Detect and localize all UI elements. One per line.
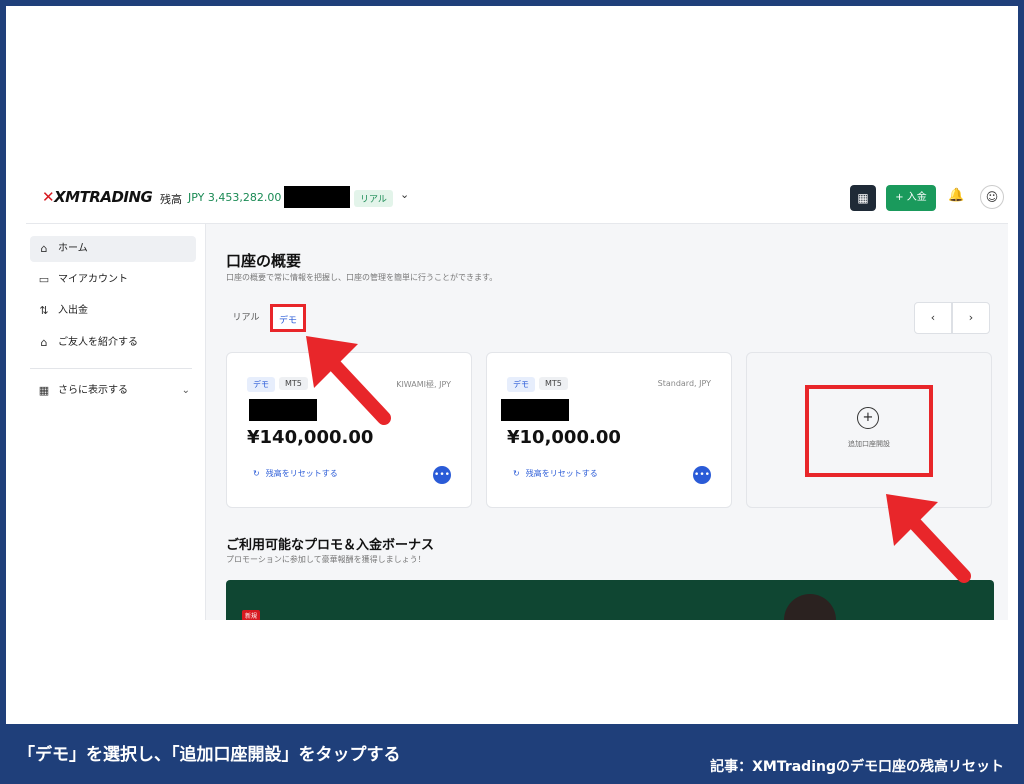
sidebar-item-label: 入出金 bbox=[58, 305, 88, 316]
sidebar-divider bbox=[30, 368, 192, 369]
article-title: 記事：XMTradingのデモ口座の残高リセット bbox=[710, 759, 1004, 775]
bell-icon[interactable]: 🔔 bbox=[948, 188, 964, 203]
promo-subtitle: プロモーションに参加して豪華報酬を獲得しましょう！ bbox=[226, 555, 426, 564]
qr-code-icon: ▦ bbox=[857, 191, 869, 205]
add-account-label: 追加口座開設 bbox=[848, 440, 890, 448]
new-badge: 新規 bbox=[242, 610, 261, 620]
sidebar-item-home[interactable]: ⌂ ホーム bbox=[30, 236, 196, 262]
sidebar-item-label: ご友人を紹介する bbox=[58, 337, 138, 348]
redacted-account-number bbox=[501, 399, 569, 421]
sidebar-item-deposit-withdraw[interactable]: ⇅ 入出金 bbox=[30, 298, 196, 324]
sidebar-item-my-account[interactable]: ▭ マイアカウント bbox=[30, 267, 196, 293]
balance-label: 残高 bbox=[160, 193, 182, 206]
promo-title: ご利用可能なプロモ＆入金ボーナス bbox=[226, 538, 435, 553]
qr-code-button[interactable]: ▦ bbox=[850, 185, 876, 211]
account-balance: ¥10,000.00 bbox=[507, 427, 621, 448]
red-arrow-icon bbox=[886, 494, 971, 583]
account-type-badge: リアル bbox=[354, 190, 393, 207]
chevron-down-icon[interactable]: ⌄ bbox=[400, 188, 409, 201]
person-photo bbox=[784, 594, 836, 620]
red-arrow-icon bbox=[306, 336, 391, 425]
sidebar-item-label: さらに表示する bbox=[58, 385, 128, 396]
chevron-right-icon: › bbox=[968, 311, 974, 324]
user-icon[interactable]: ☺ bbox=[980, 185, 1004, 209]
reset-balance-link[interactable]: ↻ 残高をリセットする bbox=[513, 468, 598, 479]
previous-button[interactable]: ‹ bbox=[914, 302, 952, 334]
chevron-left-icon: ‹ bbox=[930, 311, 936, 324]
page-subtitle: 口座の概要で常に情報を把握し、口座の管理を簡単に行うことができます。 bbox=[226, 273, 498, 282]
sidebar-item-label: マイアカウント bbox=[58, 274, 128, 285]
sidebar-item-show-more[interactable]: ▦ さらに表示する ⌄ bbox=[30, 378, 196, 404]
xmtrading-logo[interactable]: ✕XMTRADING bbox=[42, 188, 153, 206]
redacted-account-number bbox=[284, 186, 350, 208]
platform-chip: MT5 bbox=[539, 377, 568, 390]
tab-real[interactable]: リアル bbox=[226, 304, 266, 332]
card-icon: ▭ bbox=[38, 273, 50, 286]
sidebar-item-referral[interactable]: ⌂ ご友人を紹介する bbox=[30, 330, 196, 356]
sidebar-item-label: ホーム bbox=[58, 243, 88, 254]
referral-icon: ⌂ bbox=[40, 336, 48, 349]
demo-chip: デモ bbox=[247, 377, 275, 392]
page-title: 口座の概要 bbox=[226, 252, 302, 270]
highlight-box: + 追加口座開設 bbox=[805, 385, 933, 477]
chevron-down-icon: ⌄ bbox=[181, 385, 190, 396]
sidebar: ⌂ ホーム ▭ マイアカウント ⇅ 入出金 ⌂ ご友人を紹介する ▦ さらに表示… bbox=[26, 224, 206, 620]
demo-account-card[interactable]: デモ MT5 Standard, JPY ¥10,000.00 ↻ 残高をリセット… bbox=[486, 352, 732, 508]
balance-value: JPY 3,453,282.00 bbox=[188, 191, 282, 204]
top-bar: ✕XMTRADING 残高 JPY 3,453,282.00 リアル ⌄ ▦ +… bbox=[26, 174, 1008, 224]
white-frame: ✕XMTRADING 残高 JPY 3,453,282.00 リアル ⌄ ▦ +… bbox=[6, 6, 1018, 724]
reset-icon: ↻ bbox=[253, 469, 260, 478]
more-options-button[interactable]: ••• bbox=[693, 466, 711, 484]
plus-icon: + bbox=[857, 407, 879, 429]
instruction-caption: 「デモ」を選択し、「追加口座開設」をタップする bbox=[18, 745, 401, 765]
deposit-button[interactable]: + 入金 bbox=[886, 185, 936, 211]
transfer-icon: ⇅ bbox=[39, 304, 49, 317]
reset-balance-link[interactable]: ↻ 残高をリセットする bbox=[253, 468, 338, 479]
grid-icon: ▦ bbox=[38, 384, 50, 397]
account-type: Standard, JPY bbox=[657, 379, 711, 388]
app-screenshot: ✕XMTRADING 残高 JPY 3,453,282.00 リアル ⌄ ▦ +… bbox=[26, 174, 1008, 620]
reset-icon: ↻ bbox=[513, 469, 520, 478]
next-button[interactable]: › bbox=[952, 302, 990, 334]
demo-chip: デモ bbox=[507, 377, 535, 392]
more-options-button[interactable]: ••• bbox=[433, 466, 451, 484]
home-icon: ⌂ bbox=[40, 242, 48, 255]
